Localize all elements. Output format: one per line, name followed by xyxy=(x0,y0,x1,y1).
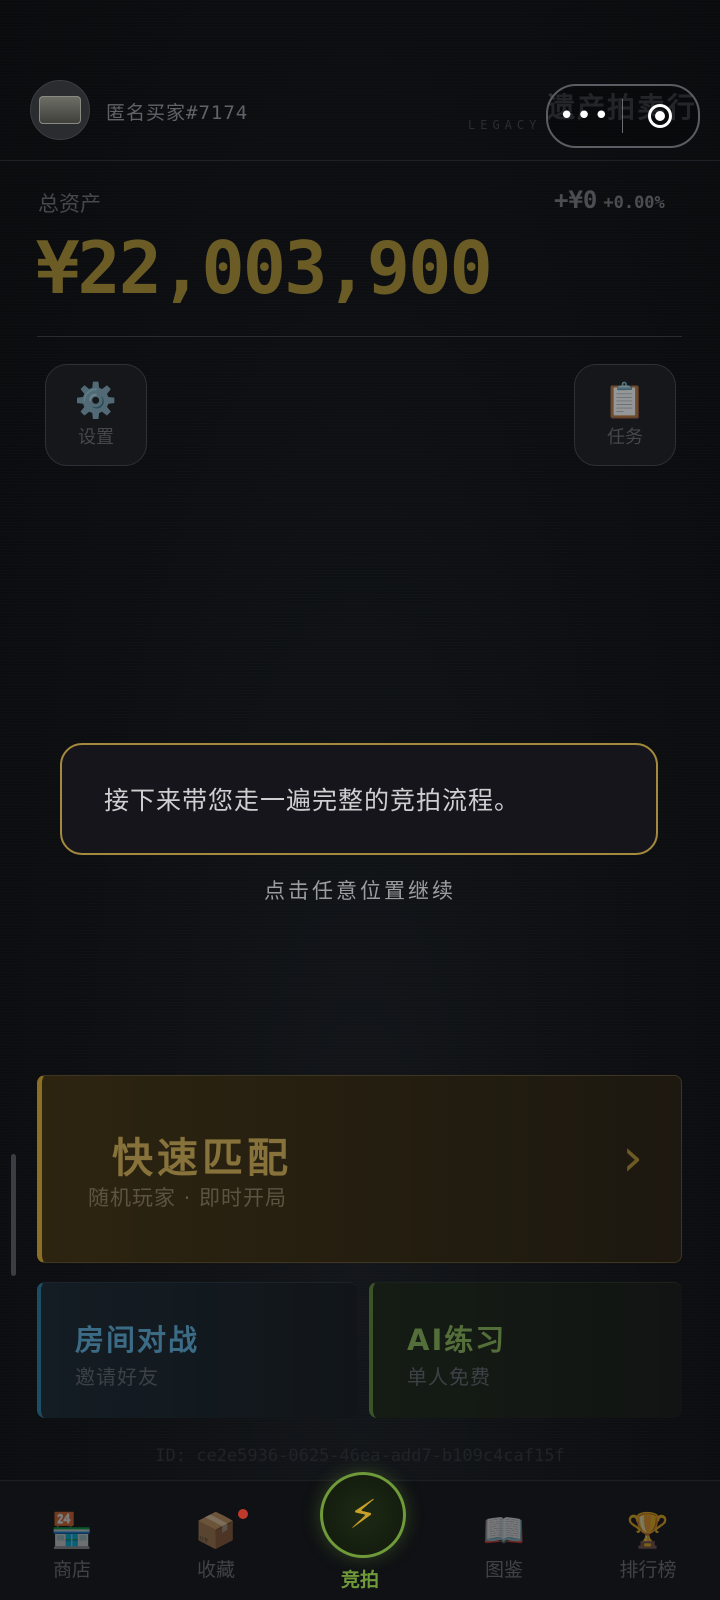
briefcase-icon xyxy=(39,96,81,124)
close-miniapp-button[interactable] xyxy=(623,104,697,128)
app-screen[interactable]: 匿名买家#7174 遗产拍卖行 LEGACY ••• 总资产 +¥0 +0.00%… xyxy=(0,0,720,1600)
miniapp-capsule: ••• xyxy=(546,84,700,148)
avatar[interactable] xyxy=(30,80,90,140)
tasks-button[interactable]: 📋 任务 xyxy=(574,364,676,466)
nav-label-auction: 竞拍 xyxy=(340,1569,379,1591)
asset-change-percent: +0.00% xyxy=(603,193,665,213)
book-icon: 📖 xyxy=(482,1511,526,1551)
nav-label-leaderboard: 排行榜 xyxy=(619,1559,677,1581)
brand-subtitle: LEGACY xyxy=(468,118,542,132)
clipboard-icon: 📋 xyxy=(603,381,647,421)
trophy-icon: 🏆 xyxy=(626,1511,670,1551)
store-icon: 🏪 xyxy=(50,1511,94,1551)
notification-dot xyxy=(238,1509,248,1519)
asset-change: +¥0 +0.00% xyxy=(554,186,665,214)
nav-item-gallery[interactable]: 📖 图鉴 xyxy=(444,1511,564,1582)
total-assets-label: 总资产 xyxy=(38,192,101,216)
room-battle-card[interactable]: 房间对战 邀请好友 xyxy=(37,1282,357,1418)
divider xyxy=(37,336,682,337)
more-menu-button[interactable]: ••• xyxy=(548,86,622,146)
package-icon: 📦 xyxy=(194,1511,238,1551)
settings-button[interactable]: ⚙️ 设置 xyxy=(45,364,147,466)
ai-practice-subtitle: 单人免费 xyxy=(407,1365,491,1389)
session-id: ID: ce2e5936-0625-46ea-add7-b109c4caf15f xyxy=(155,1446,565,1466)
nav-label-shop: 商店 xyxy=(52,1559,91,1581)
ai-practice-title: AI练习 xyxy=(407,1323,507,1357)
nav-item-collection[interactable]: 📦 收藏 xyxy=(156,1509,276,1582)
username: 匿名买家#7174 xyxy=(106,102,249,124)
tasks-label: 任务 xyxy=(607,427,643,448)
target-icon xyxy=(648,104,672,128)
ai-practice-card[interactable]: AI练习 单人免费 xyxy=(369,1282,682,1418)
scroll-indicator xyxy=(11,1154,16,1276)
asset-change-amount: +¥0 xyxy=(554,186,598,214)
gear-icon: ⚙️ xyxy=(74,381,118,421)
tutorial-message: 接下来带您走一遍完整的竞拍流程。 xyxy=(104,786,521,815)
quick-match-card[interactable]: 快速匹配 随机玩家 · 即时开局 › xyxy=(37,1075,682,1263)
tutorial-dialog[interactable]: 接下来带您走一遍完整的竞拍流程。 xyxy=(60,743,658,855)
nav-item-shop[interactable]: 🏪 商店 xyxy=(12,1511,132,1582)
total-assets-value: ¥22,003,900 xyxy=(36,226,493,310)
room-battle-subtitle: 邀请好友 xyxy=(75,1365,159,1389)
bottom-nav: 🏪 商店 📦 收藏 ⚡ 竞拍 📖 图鉴 🏆 排行榜 xyxy=(0,1472,720,1600)
nav-item-auction[interactable]: ⚡ xyxy=(320,1472,406,1558)
tutorial-continue-hint: 点击任意位置继续 xyxy=(264,879,456,903)
nav-item-leaderboard[interactable]: 🏆 排行榜 xyxy=(588,1511,708,1582)
lightning-icon: ⚡ xyxy=(348,1492,378,1538)
settings-label: 设置 xyxy=(78,427,114,448)
nav-label-gallery: 图鉴 xyxy=(484,1559,523,1581)
nav-label-collection: 收藏 xyxy=(196,1559,235,1581)
quick-match-title: 快速匹配 xyxy=(112,1134,292,1182)
top-header: 匿名买家#7174 遗产拍卖行 LEGACY ••• xyxy=(0,0,720,161)
quick-match-subtitle: 随机玩家 · 即时开局 xyxy=(88,1186,288,1210)
chevron-right-icon: › xyxy=(622,1128,643,1188)
room-battle-title: 房间对战 xyxy=(75,1323,200,1357)
